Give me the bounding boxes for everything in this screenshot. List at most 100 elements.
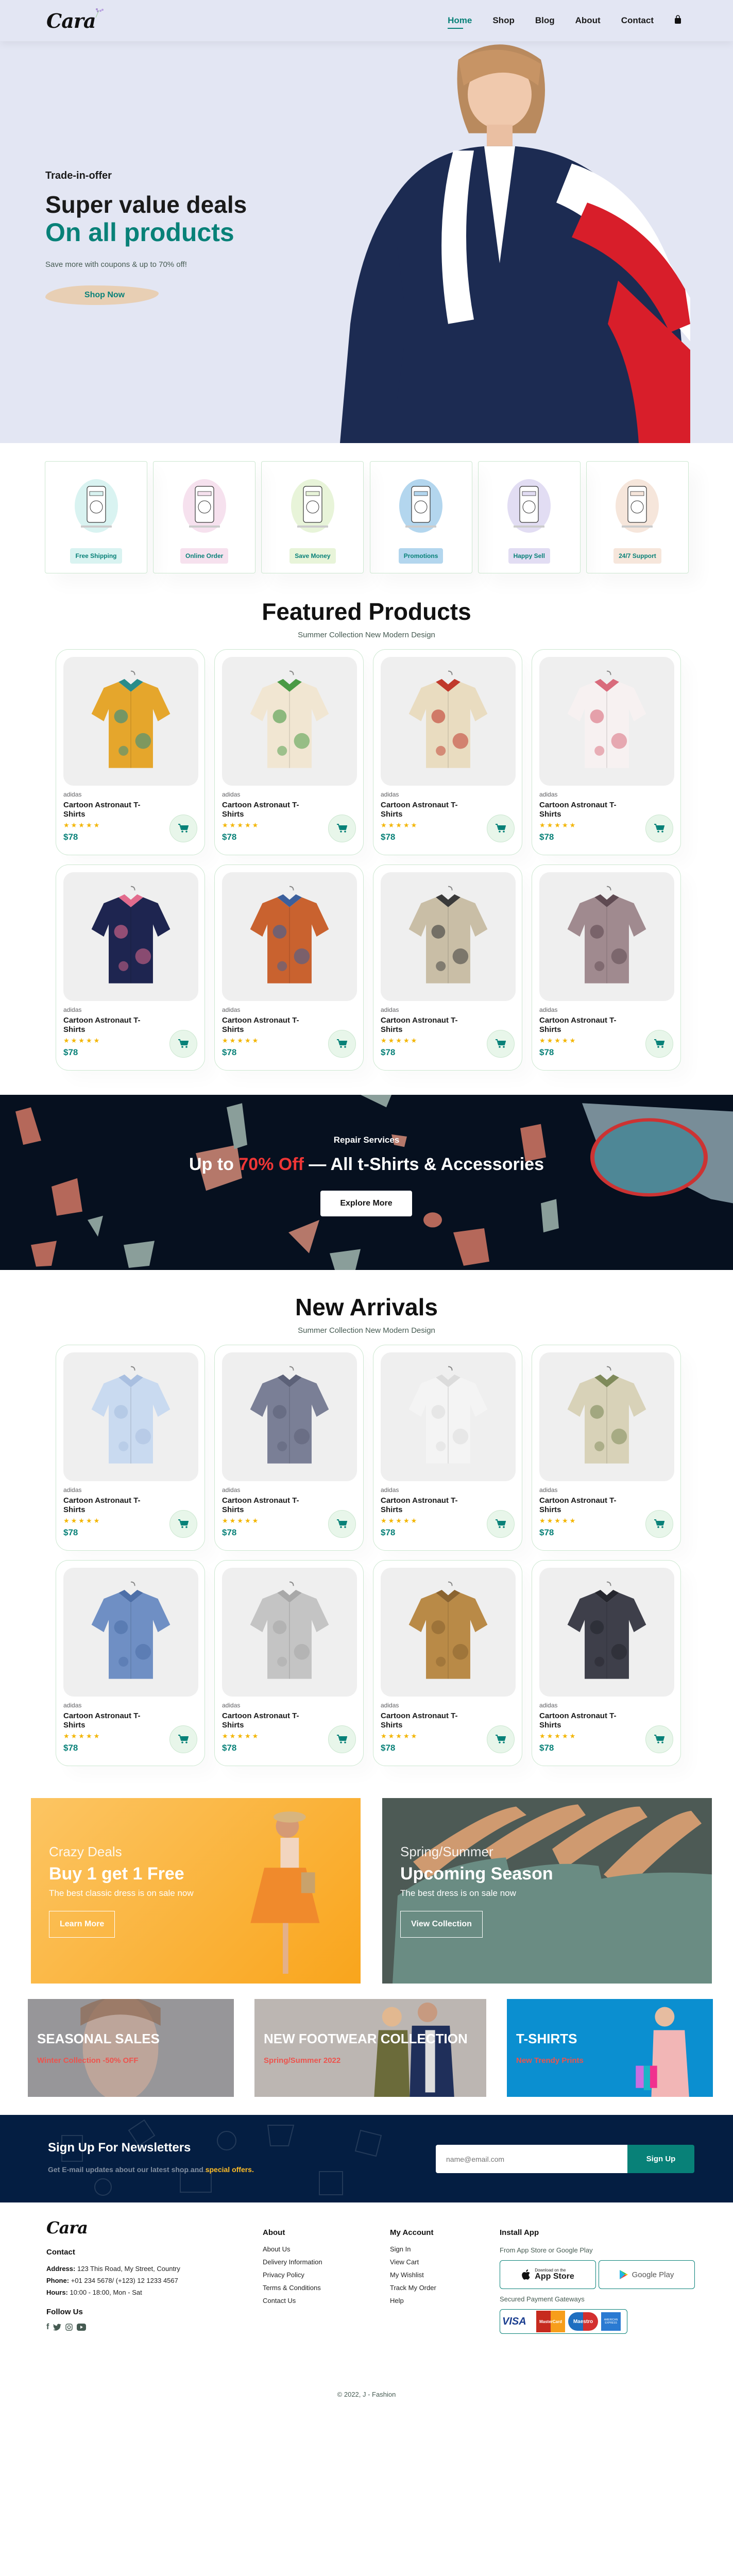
nav-blog[interactable]: Blog — [535, 15, 555, 25]
facebook-icon[interactable]: f — [46, 2323, 49, 2332]
product-card[interactable]: adidas Cartoon Astronaut T-Shirts ★★★★★ … — [214, 865, 364, 1071]
add-to-cart-button[interactable] — [328, 1510, 356, 1538]
product-brand: adidas — [63, 791, 82, 798]
add-to-cart-button[interactable] — [328, 1725, 356, 1753]
feature-shipping: Free Shipping — [45, 461, 147, 573]
add-to-cart-button[interactable] — [169, 1725, 197, 1753]
add-to-cart-button[interactable] — [487, 815, 515, 842]
hero-highlight: On all products — [45, 218, 234, 247]
explore-more-button[interactable]: Explore More — [320, 1191, 412, 1216]
product-card[interactable]: adidas Cartoon Astronaut T-Shirts ★★★★★ … — [373, 1345, 522, 1551]
product-name: Cartoon Astronaut T-Shirts — [381, 1711, 458, 1730]
add-to-cart-button[interactable] — [645, 815, 673, 842]
product-brand: adidas — [539, 1486, 558, 1494]
add-to-cart-button[interactable] — [487, 1725, 515, 1753]
product-name: Cartoon Astronaut T-Shirts — [539, 1496, 617, 1514]
help-link[interactable]: Help — [390, 2297, 436, 2304]
wishlist-link[interactable]: My Wishlist — [390, 2271, 436, 2279]
sign-up-button[interactable]: Sign Up — [627, 2145, 694, 2173]
product-image[interactable] — [539, 657, 674, 786]
shop-now-button[interactable]: Shop Now — [45, 282, 164, 308]
product-image[interactable] — [381, 1568, 516, 1697]
email-input[interactable] — [436, 2145, 628, 2173]
nav-contact[interactable]: Contact — [621, 15, 654, 25]
product-card[interactable]: adidas Cartoon Astronaut T-Shirts ★★★★★ … — [532, 865, 681, 1071]
track-order-link[interactable]: Track My Order — [390, 2284, 436, 2292]
product-card[interactable]: adidas Cartoon Astronaut T-Shirts ★★★★★ … — [214, 1345, 364, 1551]
app-store-button[interactable]: Download on the App Store — [500, 2260, 596, 2289]
view-cart-link[interactable]: View Cart — [390, 2258, 436, 2266]
about-us-link[interactable]: About Us — [263, 2245, 322, 2253]
new-arrivals-grid: adidas Cartoon Astronaut T-Shirts ★★★★★ … — [56, 1345, 682, 1766]
product-card[interactable]: adidas Cartoon Astronaut T-Shirts ★★★★★ … — [56, 649, 205, 855]
product-image[interactable] — [539, 1352, 674, 1481]
add-to-cart-button[interactable] — [169, 1030, 197, 1058]
product-card[interactable]: adidas Cartoon Astronaut T-Shirts ★★★★★ … — [214, 649, 364, 855]
add-to-cart-button[interactable] — [487, 1510, 515, 1538]
product-card[interactable]: adidas Cartoon Astronaut T-Shirts ★★★★★ … — [532, 649, 681, 855]
product-card[interactable]: adidas Cartoon Astronaut T-Shirts ★★★★★ … — [56, 1560, 205, 1766]
seasonal-sales-title: SEASONAL SALES — [37, 2031, 160, 2046]
product-image[interactable] — [539, 872, 674, 1001]
privacy-policy-link[interactable]: Privacy Policy — [263, 2271, 322, 2279]
sign-in-link[interactable]: Sign In — [390, 2245, 436, 2253]
product-image[interactable] — [222, 1352, 357, 1481]
delivery-info-link[interactable]: Delivery Information — [263, 2258, 322, 2266]
features-section: Free Shipping Online Order Save Money Promo… — [45, 461, 689, 573]
terms-link[interactable]: Terms & Conditions — [263, 2284, 322, 2292]
product-image[interactable] — [381, 657, 516, 786]
add-to-cart-button[interactable] — [645, 1510, 673, 1538]
product-image[interactable] — [63, 1568, 198, 1697]
product-image[interactable] — [539, 1568, 674, 1697]
nav-shop[interactable]: Shop — [492, 15, 515, 25]
nav-home[interactable]: Home — [448, 15, 472, 25]
product-brand: adidas — [222, 1486, 241, 1494]
add-to-cart-button[interactable] — [328, 815, 356, 842]
product-image[interactable] — [63, 872, 198, 1001]
product-card[interactable]: adidas Cartoon Astronaut T-Shirts ★★★★★ … — [532, 1560, 681, 1766]
add-to-cart-button[interactable] — [645, 1030, 673, 1058]
product-brand: adidas — [539, 791, 558, 798]
product-name: Cartoon Astronaut T-Shirts — [63, 1496, 141, 1514]
product-image[interactable] — [63, 1352, 198, 1481]
product-image[interactable] — [381, 1352, 516, 1481]
product-card[interactable]: adidas Cartoon Astronaut T-Shirts ★★★★★ … — [373, 649, 522, 855]
new-arrivals-header: New Arrivals Summer Collection New Moder… — [0, 1293, 733, 1335]
instagram-icon[interactable] — [65, 2324, 73, 2331]
shipping-illustration-icon — [74, 479, 118, 533]
product-name: Cartoon Astronaut T-Shirts — [381, 1496, 458, 1514]
add-to-cart-button[interactable] — [487, 1030, 515, 1058]
product-image[interactable] — [63, 657, 198, 786]
youtube-icon[interactable] — [77, 2324, 87, 2331]
shirt-image — [250, 1366, 329, 1464]
product-card[interactable]: adidas Cartoon Astronaut T-Shirts ★★★★★ … — [373, 865, 522, 1071]
add-to-cart-button[interactable] — [328, 1030, 356, 1058]
footer-logo[interactable]: Cara — [46, 2218, 88, 2238]
nav-about[interactable]: About — [575, 15, 601, 25]
product-image[interactable] — [222, 872, 357, 1001]
add-to-cart-button[interactable] — [645, 1725, 673, 1753]
product-card[interactable]: adidas Cartoon Astronaut T-Shirts ★★★★★ … — [214, 1560, 364, 1766]
product-image[interactable] — [381, 872, 516, 1001]
contact-us-link[interactable]: Contact Us — [263, 2297, 322, 2304]
logo[interactable]: Cara — [46, 8, 104, 32]
product-card[interactable]: adidas Cartoon Astronaut T-Shirts ★★★★★ … — [56, 1345, 205, 1551]
footer-install-app: Install App From App Store or Google Pla… — [500, 2228, 695, 2334]
product-image[interactable] — [222, 657, 357, 786]
product-card[interactable]: adidas Cartoon Astronaut T-Shirts ★★★★★ … — [56, 865, 205, 1071]
twitter-icon[interactable] — [53, 2324, 62, 2331]
shopping-bag-icon[interactable] — [674, 14, 681, 26]
newsletter-text-main: Get E-mail updates about our latest shop… — [48, 2165, 206, 2174]
app-text: From App Store or Google Play — [500, 2246, 593, 2254]
learn-more-button[interactable]: Learn More — [49, 1911, 115, 1938]
product-card[interactable]: adidas Cartoon Astronaut T-Shirts ★★★★★ … — [532, 1345, 681, 1551]
add-to-cart-button[interactable] — [169, 815, 197, 842]
hero-subtitle: Save more with coupons & up to 70% off! — [45, 260, 187, 269]
product-image[interactable] — [222, 1568, 357, 1697]
shirt-image — [91, 886, 171, 984]
add-to-cart-button[interactable] — [169, 1510, 197, 1538]
view-collection-button[interactable]: View Collection — [400, 1911, 483, 1938]
google-play-button[interactable]: Google Play — [599, 2260, 695, 2289]
product-card[interactable]: adidas Cartoon Astronaut T-Shirts ★★★★★ … — [373, 1560, 522, 1766]
promo-illustration-icon — [399, 479, 443, 533]
